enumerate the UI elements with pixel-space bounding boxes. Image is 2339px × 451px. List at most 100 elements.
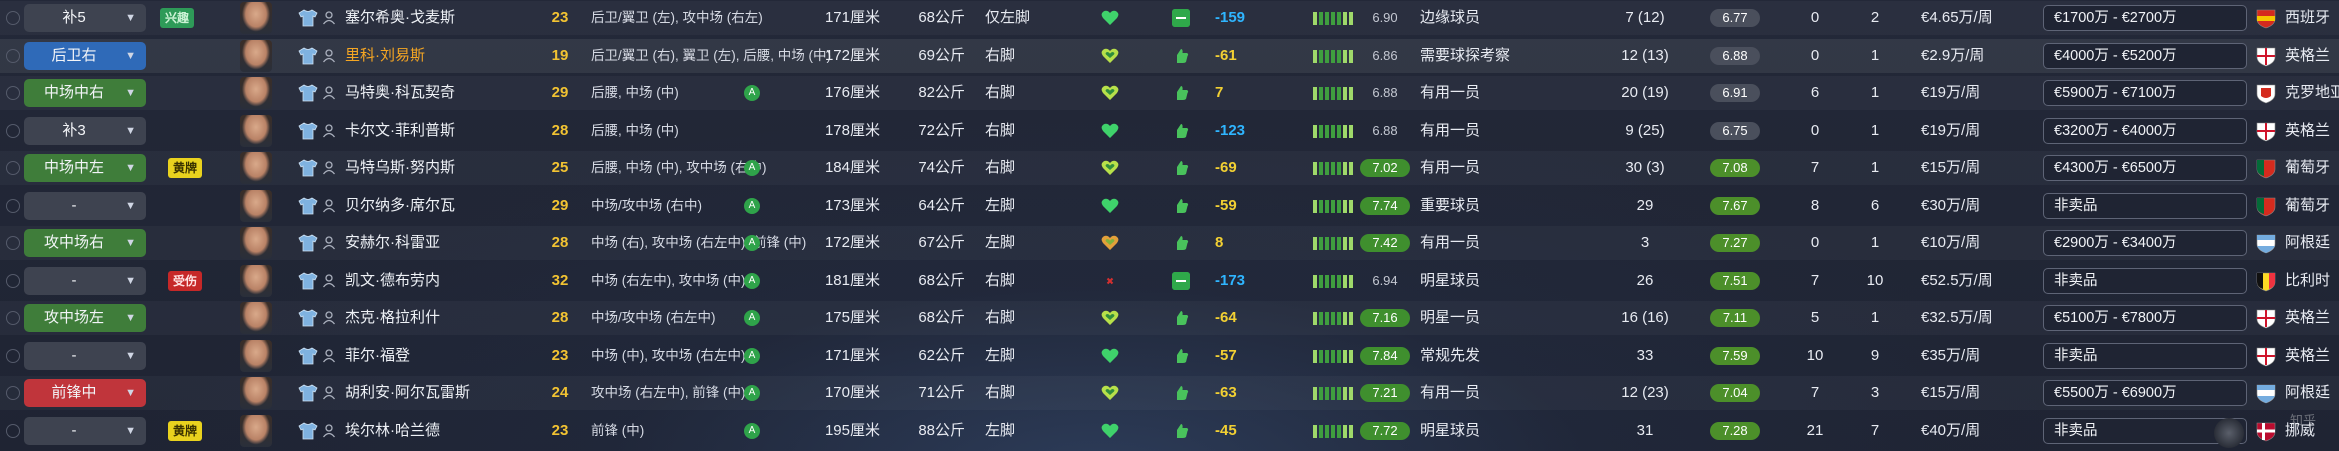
- row-select-checkbox[interactable]: [6, 311, 20, 325]
- player-avatar: [240, 114, 272, 147]
- row-select-checkbox[interactable]: [6, 236, 20, 250]
- position-dropdown[interactable]: - ▼: [24, 416, 146, 445]
- position-dropdown[interactable]: 后卫右 ▼: [24, 41, 146, 70]
- shirt-icon: [298, 347, 318, 364]
- position-dropdown[interactable]: - ▼: [24, 266, 146, 295]
- transfer-value-box[interactable]: 非卖品: [2043, 192, 2247, 219]
- chevron-down-icon: ▼: [125, 387, 136, 399]
- transfer-value-box[interactable]: €4000万 - €5200万: [2043, 42, 2247, 69]
- chevron-down-icon: ▼: [125, 199, 136, 212]
- shirt-icon: [298, 422, 318, 439]
- condition-icon: A: [744, 422, 760, 439]
- player-name[interactable]: 菲尔·福登: [345, 339, 410, 373]
- nationality: 阿根廷: [2285, 234, 2331, 251]
- player-name[interactable]: 马特奥·科瓦契奇: [345, 76, 455, 110]
- squad-table: 补5 ▼ 兴趣 塞尔希奥·戈麦斯 23 后卫/翼卫 (左), 攻中场 (右左) …: [0, 0, 2339, 451]
- row-select-checkbox[interactable]: [6, 48, 20, 63]
- player-name[interactable]: 胡利安·阿尔瓦雷斯: [345, 376, 470, 410]
- table-row[interactable]: 后卫右 ▼ 里科·刘易斯 19 后卫/翼卫 (右), 翼卫 (左), 后腰, 中…: [0, 38, 2339, 73]
- appearances: 29: [1636, 196, 1654, 214]
- player-name[interactable]: 马特乌斯·努内斯: [345, 151, 455, 185]
- transfer-value-box[interactable]: €5900万 - €7100万: [2043, 80, 2247, 106]
- position-dropdown[interactable]: 攻中场左 ▼: [24, 304, 146, 332]
- fitness-value: -173: [1215, 271, 1246, 289]
- table-row[interactable]: - ▼ 贝尔纳多·席尔瓦 29 中场/攻中场 (右中) A 173厘米 64公斤…: [0, 189, 2339, 223]
- row-select-checkbox[interactable]: [6, 161, 20, 175]
- position-dropdown[interactable]: 中场中左 ▼: [24, 154, 146, 182]
- preferred-foot: 右脚: [985, 309, 1016, 326]
- player-name[interactable]: 卡尔文·菲利普斯: [345, 114, 455, 148]
- row-select-checkbox[interactable]: [6, 423, 20, 438]
- fitness-value: -57: [1215, 346, 1237, 364]
- fitness-value: -123: [1215, 121, 1246, 139]
- table-row[interactable]: 前锋中 ▼ 胡利安·阿尔瓦雷斯 24 攻中场 (右左中), 前锋 (中) A 1…: [0, 376, 2339, 410]
- red-cross-icon: [1106, 277, 1114, 284]
- player-height: 172厘米: [824, 46, 880, 64]
- player-name[interactable]: 凯文·德布劳内: [345, 264, 440, 298]
- table-row[interactable]: 中场中右 ▼ 马特奥·科瓦契奇 29 后腰, 中场 (中) A 176厘米 82…: [0, 76, 2339, 110]
- player-name[interactable]: 埃尔林·哈兰德: [345, 414, 440, 448]
- player-weight: 74公斤: [918, 159, 965, 176]
- portugal-flag-icon: [2256, 159, 2276, 179]
- nationality: 英格兰: [2285, 121, 2331, 139]
- position-dropdown[interactable]: - ▼: [24, 341, 146, 370]
- form-bars: [1313, 424, 1357, 438]
- fitness-value: -61: [1215, 46, 1237, 64]
- table-row[interactable]: - ▼ 受伤 凯文·德布劳内 32 中场 (右左中), 攻中场 (中) A 18…: [0, 264, 2339, 298]
- row-select-checkbox[interactable]: [6, 11, 20, 25]
- row-select-checkbox[interactable]: [6, 198, 20, 213]
- row-select-checkbox[interactable]: [6, 348, 20, 363]
- row-select-checkbox[interactable]: [6, 86, 20, 100]
- position-dropdown[interactable]: - ▼: [24, 191, 146, 220]
- table-row[interactable]: 补3 ▼ 卡尔文·菲利普斯 28 后腰, 中场 (中) 178厘米 72公斤 右…: [0, 114, 2339, 148]
- table-row[interactable]: 攻中场右 ▼ 安赫尔·科雷亚 28 中场 (右), 攻中场 (右左中), 前锋 …: [0, 226, 2339, 260]
- row-select-checkbox[interactable]: [6, 273, 20, 288]
- table-row[interactable]: 补5 ▼ 兴趣 塞尔希奥·戈麦斯 23 后卫/翼卫 (左), 攻中场 (右左) …: [0, 1, 2339, 35]
- transfer-value-box[interactable]: €1700万 - €2700万: [2043, 5, 2247, 31]
- position-dropdown[interactable]: 补5 ▼: [24, 4, 146, 32]
- person-icon: [322, 348, 336, 362]
- player-positions: 后腰, 中场 (中): [591, 122, 679, 138]
- goals: 5: [1810, 309, 1820, 326]
- player-avatar: [240, 377, 272, 409]
- transfer-value: €5100万 - €7800万: [2054, 310, 2177, 326]
- squad-status: 边缘球员: [1420, 9, 1481, 26]
- transfer-value-box[interactable]: 非卖品: [2043, 342, 2247, 369]
- rating-pill: 7.21: [1360, 384, 1410, 402]
- player-height: 170厘米: [824, 384, 880, 401]
- player-name[interactable]: 贝尔纳多·席尔瓦: [345, 189, 455, 223]
- player-height: 172厘米: [824, 234, 880, 251]
- row-select-checkbox[interactable]: [6, 386, 20, 400]
- table-row[interactable]: - ▼ 黄牌 埃尔林·哈兰德 23 前锋 (中) A 195厘米 88公斤 左脚…: [0, 414, 2339, 448]
- transfer-value-box[interactable]: €5100万 - €7800万: [2043, 305, 2247, 331]
- england-flag-icon: [2256, 122, 2276, 141]
- wage: €40万/周: [1921, 421, 1981, 439]
- person-icon: [322, 311, 336, 325]
- assists: 1: [1870, 46, 1880, 64]
- goals: 7: [1810, 271, 1820, 289]
- player-name[interactable]: 杰克·格拉利什: [345, 301, 440, 335]
- position-dropdown[interactable]: 中场中右 ▼: [24, 79, 146, 107]
- row-select-checkbox[interactable]: [6, 123, 20, 138]
- player-avatar: [240, 227, 272, 259]
- transfer-value-box[interactable]: €3200万 - €4000万: [2043, 117, 2247, 144]
- position-dropdown[interactable]: 攻中场右 ▼: [24, 229, 146, 257]
- table-row[interactable]: - ▼ 菲尔·福登 23 中场 (中), 攻中场 (右左中) A 171厘米 6…: [0, 339, 2339, 373]
- table-row[interactable]: 中场中左 ▼ 黄牌 马特乌斯·努内斯 25 后腰, 中场 (中), 攻中场 (右…: [0, 151, 2339, 185]
- form-bars: [1313, 162, 1357, 175]
- position-dropdown[interactable]: 补3 ▼: [24, 116, 146, 145]
- preferred-foot: 左脚: [985, 196, 1016, 214]
- player-name[interactable]: 塞尔希奥·戈麦斯: [345, 1, 455, 35]
- transfer-value-box[interactable]: €5500万 - €6900万: [2043, 380, 2247, 406]
- transfer-value-box[interactable]: €2900万 - €3400万: [2043, 230, 2247, 256]
- position-label: -: [71, 346, 77, 364]
- wage: €35万/周: [1921, 346, 1981, 364]
- squad-status: 有用一员: [1420, 234, 1481, 251]
- table-row[interactable]: 攻中场左 ▼ 杰克·格拉利什 28 中场/攻中场 (右左中) A 175厘米 6…: [0, 301, 2339, 335]
- player-name[interactable]: 安赫尔·科雷亚: [345, 226, 440, 260]
- transfer-value: €3200万 - €4000万: [2054, 122, 2177, 139]
- transfer-value-box[interactable]: €4300万 - €6500万: [2043, 155, 2247, 181]
- player-name[interactable]: 里科·刘易斯: [345, 39, 425, 73]
- position-dropdown[interactable]: 前锋中 ▼: [24, 379, 146, 407]
- transfer-value-box[interactable]: 非卖品: [2043, 267, 2247, 294]
